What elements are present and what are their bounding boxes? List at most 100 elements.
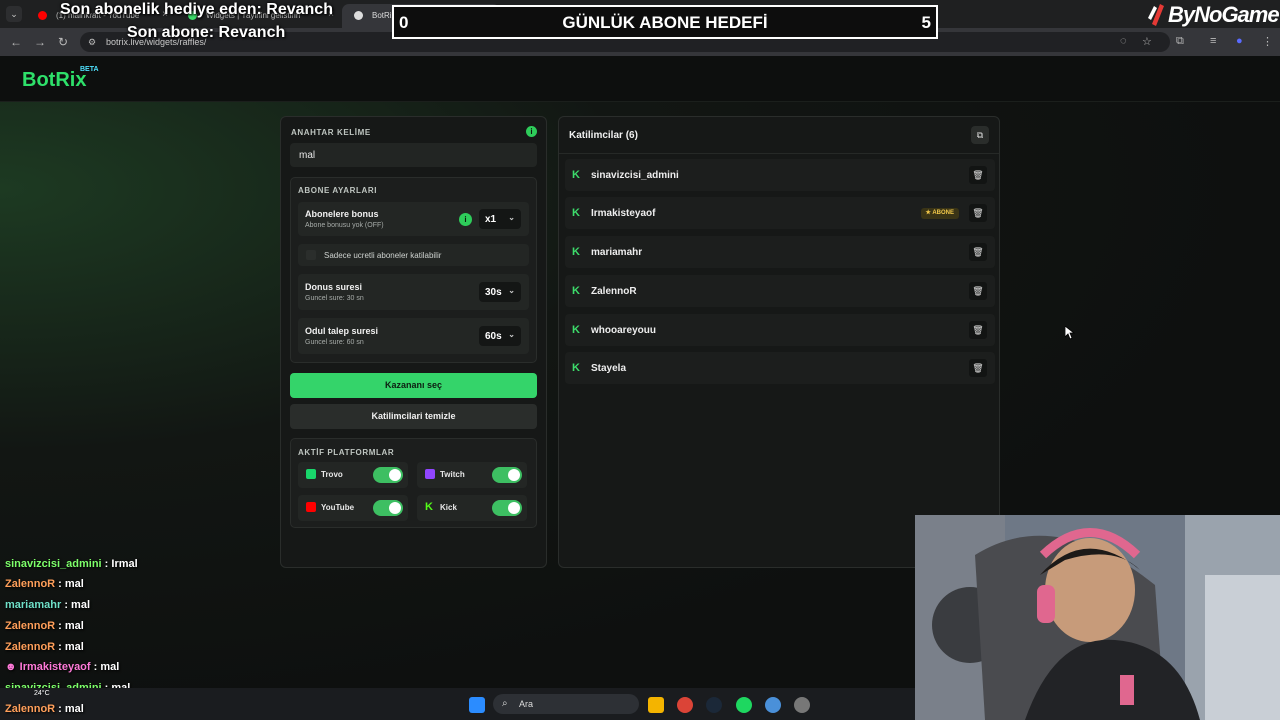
chat-text: : mal <box>61 599 90 611</box>
webcam-image <box>915 515 1280 720</box>
youtube-icon <box>306 502 316 512</box>
keyword-label: ANAHTAR KELİME <box>291 128 371 137</box>
kick-icon: K <box>572 169 580 181</box>
chevron-down-icon: ⌄ <box>508 213 515 222</box>
chat-user: ZalennoR <box>5 641 56 653</box>
claim-duration-row: Odul talep suresi Guncel sure: 60 sn 60s… <box>298 318 529 354</box>
paid-only-checkbox[interactable] <box>306 250 316 260</box>
trash-icon[interactable]: 🗑 <box>969 204 987 222</box>
twitch-toggle[interactable] <box>492 467 522 483</box>
info-icon[interactable]: i <box>526 126 537 137</box>
paid-only-row[interactable]: Sadece ucretli aboneler katilabilir <box>298 244 529 266</box>
participant-row: K Stayela 🗑 <box>565 352 995 384</box>
bonus-duration-subtitle: Guncel sure: 30 sn <box>305 295 364 302</box>
platforms-label: AKTİF PLATFORMLAR <box>298 448 395 457</box>
search-icon: ⌕ <box>502 698 508 709</box>
steam-icon[interactable] <box>706 697 722 713</box>
menu-icon[interactable]: ⋮ <box>1262 35 1273 48</box>
info-icon[interactable]: i <box>459 213 472 226</box>
chat-text: : mal <box>55 703 84 715</box>
chat-message: ZalennoR : mal <box>5 620 84 632</box>
participants-title: Katilimcilar (6) <box>569 130 638 141</box>
chat-text: : mal <box>55 620 84 632</box>
paid-only-label: Sadece ucretli aboneler katilabilir <box>324 251 442 260</box>
chrome-icon[interactable] <box>677 697 693 713</box>
bynogame-logo-icon <box>1148 4 1164 26</box>
last-gift-sub-overlay: Son abonelik hediye eden: Revanch <box>60 1 333 18</box>
chevron-down-icon: ⌄ <box>508 330 515 339</box>
platform-trovo: Trovo <box>298 462 408 488</box>
back-icon[interactable]: ← <box>10 35 22 49</box>
bonus-duration-row: Donus suresi Guncel sure: 30 sn 30s ⌄ <box>298 274 529 310</box>
goal-title: GÜNLÜK ABONE HEDEFİ <box>562 13 768 32</box>
reload-icon[interactable]: ↻ <box>58 35 68 49</box>
eye-off-icon[interactable]: ◌ <box>1120 35 1127 47</box>
platform-label: YouTube <box>321 503 355 512</box>
select-value: 30s <box>485 287 502 298</box>
keyword-input[interactable]: mal <box>290 143 537 167</box>
chrome-profile-icon[interactable] <box>765 697 781 713</box>
windows-start-icon[interactable] <box>469 697 485 713</box>
select-value: x1 <box>485 214 497 225</box>
chat-message: ZalennoR : mal <box>5 641 84 653</box>
chat-message: ☻ Irmakisteyaof : mal <box>5 661 119 673</box>
participant-row: K mariamahr 🗑 <box>565 236 995 268</box>
trash-icon[interactable]: 🗑 <box>969 359 987 377</box>
user-badge-icon: ☻ <box>5 661 20 673</box>
chat-user: ZalennoR <box>5 620 56 632</box>
taskbar-search[interactable] <box>493 694 639 714</box>
goal-target: 5 <box>921 13 931 32</box>
participant-row: K ZalennoR 🗑 <box>565 275 995 307</box>
platforms-section: AKTİF PLATFORMLAR Trovo Twitch YouTube K… <box>290 438 537 528</box>
claim-duration-select[interactable]: 60s ⌄ <box>479 326 521 346</box>
tab-search-dropdown[interactable]: ⌄ <box>6 6 22 22</box>
sub-bonus-select[interactable]: x1 ⌄ <box>479 209 521 229</box>
copy-icon[interactable]: ⧉ <box>971 126 989 144</box>
chat-user: ZalennoR <box>5 703 56 715</box>
trovo-toggle[interactable] <box>373 467 403 483</box>
chat-message: ZalennoR : mal <box>5 703 84 715</box>
profile-icon[interactable]: ● <box>1236 35 1243 47</box>
trash-icon[interactable]: 🗑 <box>969 243 987 261</box>
sub-bonus-subtitle: Abone bonusu yok (OFF) <box>305 222 384 229</box>
chat-user: Irmakisteyaof <box>19 661 91 673</box>
media-icon[interactable]: ≡ <box>1210 35 1216 47</box>
trovo-icon <box>306 469 316 479</box>
raffle-settings-panel: ANAHTAR KELİME i mal ABONE AYARLARI Abon… <box>280 116 547 568</box>
file-explorer-icon[interactable] <box>648 697 664 713</box>
last-sub-overlay: Son abone: Revanch <box>127 24 286 41</box>
platform-label: Twitch <box>440 470 465 479</box>
pick-winner-button[interactable]: Kazananı seç <box>290 373 537 398</box>
webcam-feed <box>915 515 1280 720</box>
trash-icon[interactable]: 🗑 <box>969 282 987 300</box>
youtube-toggle[interactable] <box>373 500 403 516</box>
app-icon[interactable] <box>794 697 810 713</box>
claim-duration-subtitle: Guncel sure: 60 sn <box>305 339 364 346</box>
participant-row: K Irmakisteyaof ★ ABONE 🗑 <box>565 197 995 229</box>
bonus-duration-select[interactable]: 30s ⌄ <box>479 282 521 302</box>
forward-icon[interactable]: → <box>34 35 46 49</box>
divider <box>559 153 999 154</box>
app-logo[interactable]: BotRix <box>22 69 86 92</box>
trash-icon[interactable]: 🗑 <box>969 321 987 339</box>
chat-text: : mal <box>55 641 84 653</box>
kick-toggle[interactable] <box>492 500 522 516</box>
sub-goal-overlay: 0 GÜNLÜK ABONE HEDEFİ 5 <box>392 5 938 39</box>
participant-name: Stayela <box>591 363 627 374</box>
site-settings-icon[interactable]: ⚙ <box>88 37 96 48</box>
weather-widget[interactable]: 24°C <box>34 690 50 697</box>
participant-row: K whooareyouu 🗑 <box>565 314 995 346</box>
participants-panel: Katilimcilar (6) ⧉ K sinavizcisi_admini … <box>558 116 1000 568</box>
star-icon[interactable]: ☆ <box>1142 35 1152 48</box>
extensions-icon[interactable]: ⧉ <box>1176 35 1184 48</box>
botrix-icon <box>354 11 363 20</box>
participant-name: whooareyouu <box>591 325 657 336</box>
clear-participants-button[interactable]: Katilimcilari temizle <box>290 404 537 429</box>
chat-user: ZalennoR <box>5 578 56 590</box>
participant-name: Irmakisteyaof <box>591 208 656 219</box>
chat-message: mariamahr : mal <box>5 599 90 611</box>
chat-user: mariamahr <box>5 599 62 611</box>
trash-icon[interactable]: 🗑 <box>969 166 987 184</box>
spotify-icon[interactable] <box>736 697 752 713</box>
sub-settings-label: ABONE AYARLARI <box>298 186 378 195</box>
